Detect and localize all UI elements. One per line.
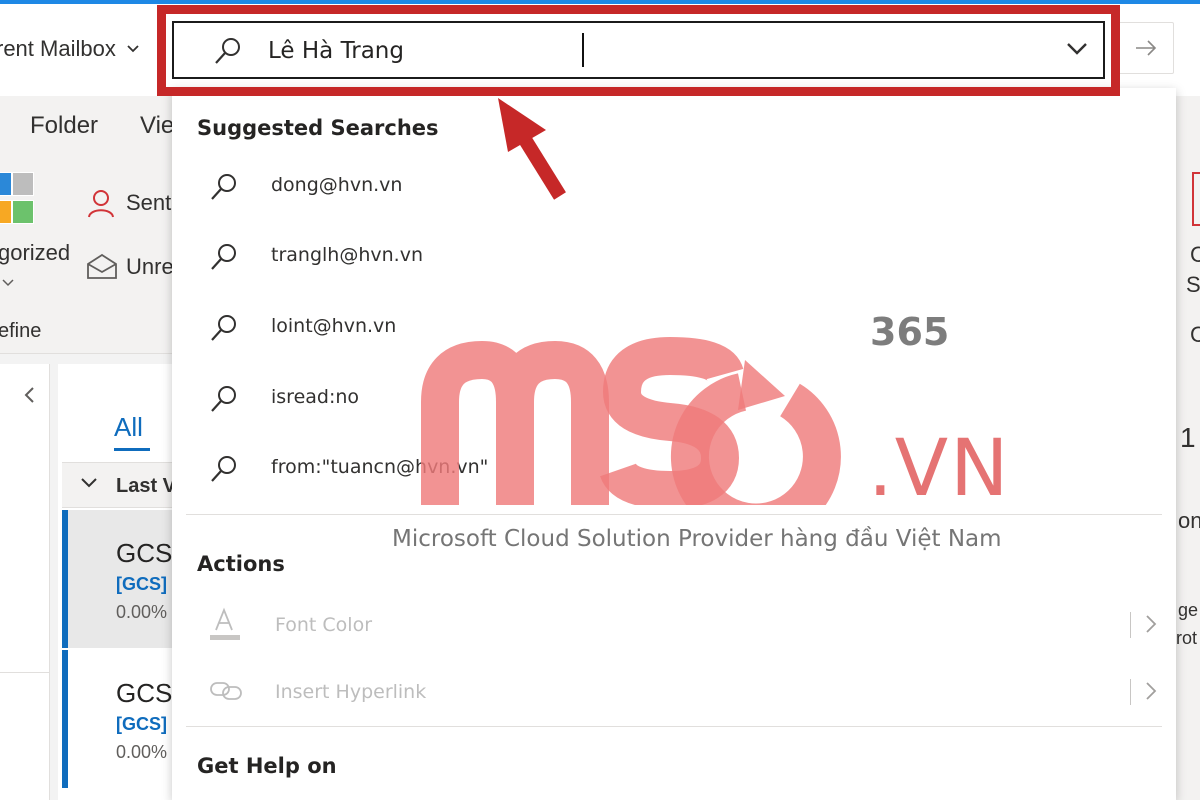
sent-to-label[interactable]: Sent — [126, 190, 171, 216]
selection-bar — [62, 510, 68, 648]
actions-heading: Actions — [197, 552, 285, 576]
suggestion-item[interactable]: tranglh@hvn.vn — [172, 228, 1176, 288]
reading-pane-text: rot — [1176, 628, 1198, 648]
reading-pane-text: ge — [1178, 600, 1199, 620]
search-go-button[interactable] — [1118, 22, 1174, 74]
action-label: Font Color — [275, 614, 373, 636]
unread-bar — [62, 650, 68, 788]
separator — [1130, 612, 1131, 638]
group-define-label: efine — [0, 320, 42, 342]
ribbon-label: C — [1190, 322, 1200, 347]
divider — [0, 672, 50, 673]
divider — [186, 726, 1162, 727]
font-color-icon — [210, 607, 240, 640]
mail-sender: GCS — [116, 678, 173, 708]
ribbon-label: S — [1186, 272, 1200, 297]
envelope-open-icon — [87, 253, 117, 279]
suggestion-item[interactable]: from:"tuancn@hvn.vn" — [172, 440, 1176, 500]
categorized-label[interactable]: gorized — [0, 240, 70, 266]
chevron-down-icon — [81, 478, 97, 488]
suggestion-item[interactable]: loint@hvn.vn — [172, 299, 1176, 359]
search-input[interactable] — [268, 33, 1028, 69]
suggestion-item[interactable]: dong@hvn.vn — [172, 158, 1176, 218]
filter-all-tab[interactable]: All — [114, 412, 143, 443]
chevron-down-icon[interactable] — [1066, 42, 1088, 56]
link-icon — [210, 682, 242, 700]
ribbon-button-icon — [1192, 172, 1200, 226]
chevron-right-icon[interactable] — [1144, 614, 1158, 634]
mail-preview: 0.00% — [116, 742, 168, 762]
search-icon — [211, 386, 236, 412]
categorize-icon[interactable] — [0, 172, 36, 228]
search-suggestions-dropdown: Suggested Searches dong@hvn.vn tranglh@h… — [172, 88, 1176, 800]
reading-pane-text: 1 — [1180, 422, 1196, 453]
search-icon — [211, 244, 236, 270]
person-icon — [88, 190, 114, 218]
annotation-arrow-icon — [498, 98, 566, 200]
mail-sender: GCS — [116, 538, 173, 568]
tab-underline — [114, 448, 150, 451]
mail-subject: [GCS] — [116, 574, 167, 594]
search-icon — [211, 174, 236, 200]
action-label: Insert Hyperlink — [275, 681, 427, 703]
mail-subject: [GCS] — [116, 714, 167, 734]
suggestion-label: tranglh@hvn.vn — [271, 244, 423, 266]
mail-preview: 0.00% — [116, 602, 168, 622]
unread-label[interactable]: Unre — [126, 254, 174, 280]
tab-view[interactable]: Vie — [140, 112, 174, 140]
chevron-down-icon — [2, 279, 14, 287]
chevron-right-icon[interactable] — [1144, 681, 1158, 701]
folder-pane — [0, 364, 50, 800]
separator — [1130, 679, 1131, 705]
search-icon — [211, 456, 236, 482]
title-bar-accent — [0, 0, 1200, 4]
suggestion-label: dong@hvn.vn — [271, 174, 403, 196]
search-icon — [211, 315, 236, 341]
action-insert-hyperlink[interactable]: Insert Hyperlink — [172, 661, 1176, 721]
ribbon-label: C — [1190, 242, 1200, 267]
collapse-pane-button[interactable] — [22, 384, 36, 410]
search-box[interactable] — [172, 21, 1105, 79]
get-help-heading: Get Help on — [197, 754, 337, 778]
suggestion-label: isread:no — [271, 386, 360, 408]
suggestion-item[interactable]: isread:no — [172, 370, 1176, 430]
tab-folder[interactable]: Folder — [30, 112, 98, 140]
group-header-label: Last V — [116, 475, 177, 497]
suggestion-label: loint@hvn.vn — [271, 315, 397, 337]
suggestion-label: from:"tuancn@hvn.vn" — [271, 456, 489, 478]
arrow-right-icon — [1136, 40, 1157, 56]
action-font-color[interactable]: Font Color — [172, 594, 1176, 654]
chevron-down-icon — [127, 45, 139, 53]
text-cursor — [582, 33, 584, 67]
suggested-searches-heading: Suggested Searches — [197, 116, 439, 140]
chevron-left-icon — [24, 387, 34, 403]
reading-pane-text: on — [1178, 508, 1200, 533]
divider — [186, 514, 1162, 515]
search-scope-dropdown[interactable]: rent Mailbox — [0, 36, 140, 62]
search-scope-label: rent Mailbox — [0, 36, 116, 61]
search-icon — [215, 38, 240, 64]
